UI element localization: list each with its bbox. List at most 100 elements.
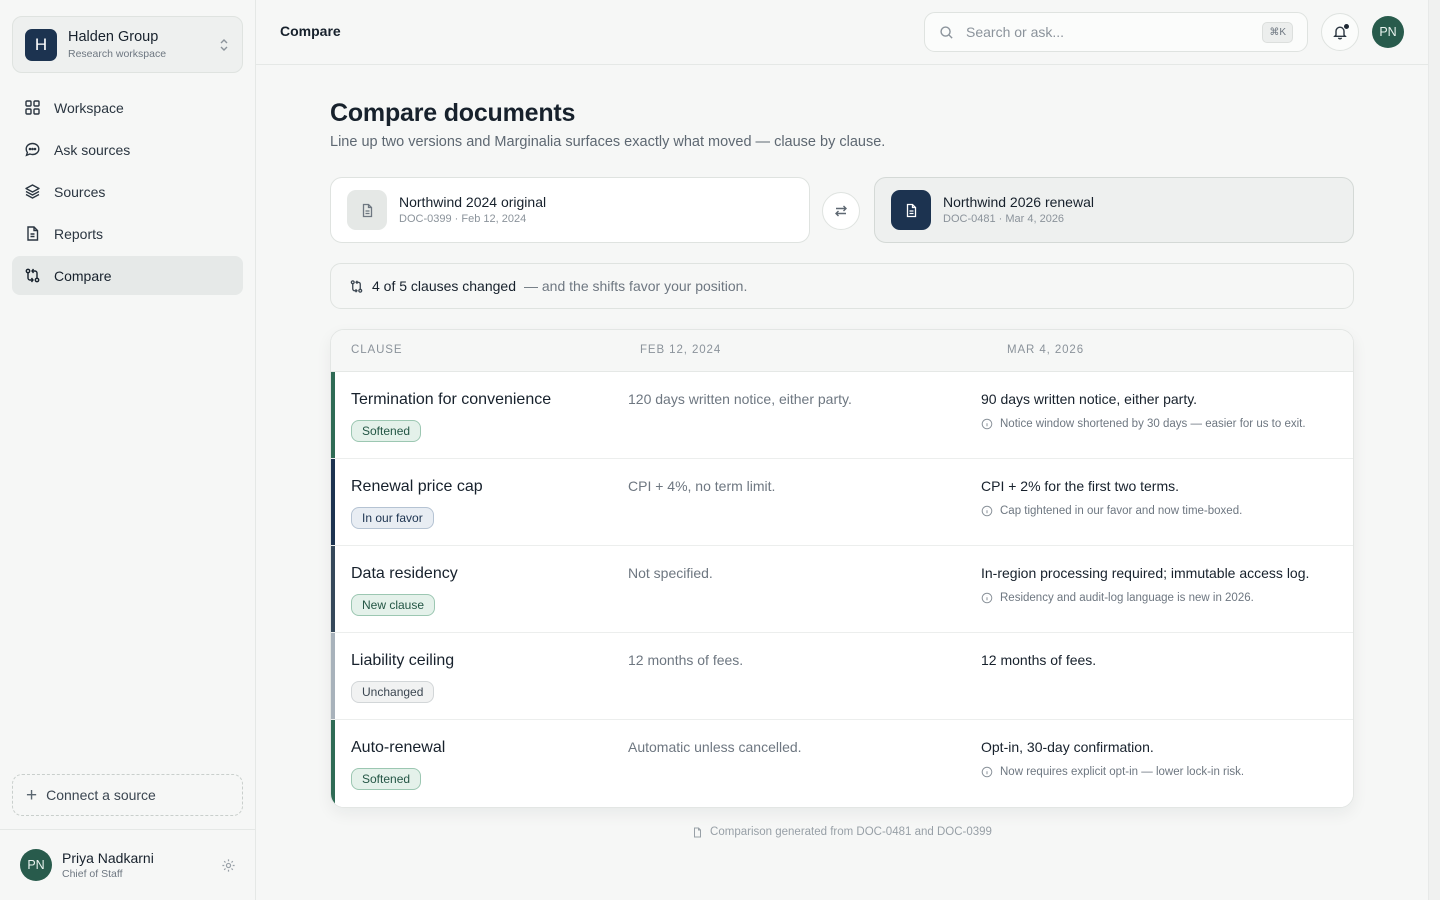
connect-source-label: Connect a source (46, 787, 156, 803)
doc-card-original[interactable]: Northwind 2024 original DOC-0399 · Feb 1… (330, 177, 810, 243)
shortcut-badge: ⌘K (1262, 21, 1293, 43)
report-icon (27, 226, 39, 241)
new-value: 90 days written notice, either party. (981, 391, 1198, 407)
doc-meta: DOC-0399 · Feb 12, 2024 (399, 213, 527, 225)
old-value: Automatic unless cancelled. (628, 739, 802, 755)
plus-icon: + (26, 784, 38, 806)
table-header: Clause Feb 12, 2024 Mar 4, 2026 (331, 330, 1353, 372)
scrollbar[interactable] (1428, 0, 1440, 900)
old-value: CPI + 4%, no term limit. (628, 478, 776, 494)
new-value: In-region processing required; immutable… (981, 565, 1310, 581)
old-value: Not specified. (628, 565, 713, 581)
table-row[interactable]: Liability ceiling Unchanged 12 months of f… (331, 633, 1353, 720)
sidebar-item-workspace[interactable]: Workspace (12, 88, 243, 127)
sidebar-item-ask-sources[interactable]: Ask sources (12, 130, 243, 169)
sidebar-nav: Workspace Ask sources Sources Reports Co… (12, 88, 243, 298)
user-role: Chief of Staff (62, 867, 123, 880)
comparison-table: Clause Feb 12, 2024 Mar 4, 2026 Terminat… (330, 329, 1354, 808)
sidebar-item-label: Compare (54, 267, 112, 284)
table-row[interactable]: Data residency New clause Not specified. In… (331, 546, 1353, 633)
doc-title: Northwind 2026 renewal (943, 194, 1094, 210)
notifications-button[interactable] (1321, 13, 1359, 51)
avatar[interactable]: PN (20, 849, 52, 881)
user-name: Priya Nadkarni (62, 849, 154, 866)
old-value: 12 months of fees. (628, 652, 744, 668)
document-icon (347, 190, 387, 230)
clause-name: Liability ceiling (351, 652, 455, 669)
status-bar (331, 720, 335, 807)
status-bar (331, 633, 335, 719)
swap-icon (835, 205, 847, 217)
change-count: 4 of 5 clauses changed (372, 278, 516, 294)
info-icon (981, 418, 993, 430)
sidebar-item-sources[interactable]: Sources (12, 172, 243, 211)
change-summary-text: — and the shifts favor your position. (524, 278, 748, 294)
change-note-text: Now requires explicit opt-in — lower loc… (1000, 766, 1245, 778)
sidebar-item-label: Sources (54, 183, 106, 200)
doc-title: Northwind 2024 original (399, 194, 547, 210)
page-breadcrumb: Compare (280, 23, 341, 39)
gear-icon[interactable] (221, 858, 236, 873)
change-note: Now requires explicit opt-in — lower loc… (981, 766, 1244, 778)
chevron-updown-icon (220, 38, 228, 51)
doc-card-renewal[interactable]: Northwind 2026 renewal DOC-0481 · Mar 4,… (874, 177, 1354, 243)
workspace-subtitle: Research workspace (68, 48, 167, 60)
notification-dot (1343, 23, 1350, 30)
sidebar-item-reports[interactable]: Reports (12, 214, 243, 253)
clause-name: Data residency (351, 565, 458, 582)
compare-icon (350, 279, 363, 293)
doc-meta: DOC-0481 · Mar 4, 2026 (943, 213, 1065, 225)
clause-name: Termination for convenience (351, 391, 552, 408)
user-profile: PN Priya Nadkarni Chief of Staff (0, 829, 256, 900)
column-header-new: Mar 4, 2026 (1007, 344, 1085, 356)
footer-note-text: Comparison generated from DOC-0481 and D… (710, 826, 992, 838)
footer-note: Comparison generated from DOC-0481 and D… (330, 826, 1354, 838)
status-badge: Softened (351, 420, 422, 442)
grid-icon (25, 100, 40, 115)
status-badge: In our favor (351, 507, 434, 529)
status-bar (331, 372, 335, 458)
change-note-text: Residency and audit-log language is new … (1000, 592, 1254, 604)
chat-icon (25, 142, 40, 157)
status-bar (331, 459, 335, 545)
change-summary: 4 of 5 clauses changed — and the shifts … (330, 263, 1354, 309)
sidebar-item-label: Ask sources (54, 141, 131, 158)
column-header-clause: Clause (351, 344, 403, 356)
old-value: 120 days written notice, either party. (628, 391, 852, 407)
topbar: Compare ⌘K PN (256, 0, 1428, 65)
sidebar-item-label: Workspace (54, 99, 124, 116)
change-note-text: Cap tightened in our favor and now time-… (1000, 505, 1243, 517)
page-subtitle: Line up two versions and Marginalia surf… (330, 134, 886, 150)
column-header-old: Feb 12, 2024 (640, 344, 722, 356)
change-note: Notice window shortened by 30 days — eas… (981, 418, 1306, 430)
change-note: Residency and audit-log language is new … (981, 592, 1254, 604)
document-icon (694, 827, 702, 837)
new-value: 12 months of fees. (981, 652, 1097, 668)
workspace-switcher[interactable]: H Halden Group Research workspace (12, 16, 243, 73)
sidebar-item-compare[interactable]: Compare (12, 256, 243, 295)
status-badge: Unchanged (351, 681, 435, 703)
search-icon (940, 25, 953, 39)
swap-button[interactable] (822, 192, 860, 230)
table-row[interactable]: Termination for convenience Softened 120 d… (331, 372, 1353, 459)
info-icon (981, 766, 993, 778)
clause-name: Renewal price cap (351, 478, 483, 495)
new-value: Opt-in, 30-day confirmation. (981, 739, 1154, 755)
status-badge: New clause (351, 594, 436, 616)
table-row[interactable]: Auto-renewal Softened Automatic unless can… (331, 720, 1353, 807)
workspace-name: Halden Group (68, 29, 159, 45)
change-note: Cap tightened in our favor and now time-… (981, 505, 1242, 517)
status-badge: Softened (351, 768, 422, 790)
search-bar[interactable]: ⌘K (924, 12, 1308, 52)
page-title: Compare documents (330, 99, 576, 127)
avatar[interactable]: PN (1372, 16, 1404, 48)
compare-icon (25, 268, 40, 283)
table-row[interactable]: Renewal price cap In our favor CPI + 4%, n… (331, 459, 1353, 546)
search-input[interactable] (966, 24, 1263, 40)
connect-source-button[interactable]: + Connect a source (12, 774, 243, 816)
document-icon (891, 190, 931, 230)
new-value: CPI + 2% for the first two terms. (981, 478, 1180, 494)
info-icon (981, 505, 993, 517)
clause-name: Auto-renewal (351, 739, 446, 756)
workspace-logo: H (25, 28, 57, 61)
